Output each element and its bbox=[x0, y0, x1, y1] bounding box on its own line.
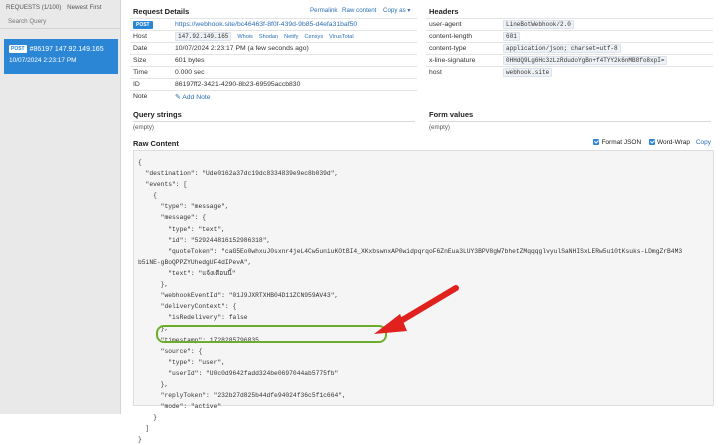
requests-count: REQUESTS (1/100) bbox=[6, 4, 62, 11]
divider bbox=[429, 121, 711, 122]
checkbox-checked-icon bbox=[593, 139, 600, 145]
raw-content-link[interactable]: Raw content bbox=[342, 7, 376, 14]
detail-row-host: Host 147.92.149.165 Whois Shodan Netify Cen… bbox=[130, 30, 417, 43]
pencil-icon: ✎ bbox=[175, 93, 181, 101]
sidebar: REQUESTS (1/100) Newest First Search Que… bbox=[0, 0, 121, 414]
censys-link[interactable]: Censys bbox=[304, 34, 323, 40]
header-row: user-agent LineBotWebhook/2.0 bbox=[426, 18, 713, 31]
header-row: x-line-signature 0HHdQ9Lg6Hc3zLzRdudoYgBn… bbox=[426, 54, 713, 67]
detail-row-note: Note ✎ Add Note bbox=[130, 90, 417, 102]
virustotal-link[interactable]: VirusTotal bbox=[329, 34, 353, 40]
host-value: 147.92.149.165 bbox=[175, 32, 232, 41]
sidebar-header: REQUESTS (1/100) Newest First bbox=[0, 0, 120, 15]
raw-content-title: Raw Content bbox=[133, 139, 179, 148]
request-details-title: Request Details bbox=[133, 7, 190, 16]
detail-row-size: Size 601 bytes bbox=[130, 54, 417, 67]
detail-row-url: POST https://webhook.site/bc46463f-8f0f-… bbox=[130, 18, 417, 31]
request-url[interactable]: https://webhook.site/bc46463f-8f0f-439d-… bbox=[172, 18, 417, 31]
method-badge: POST bbox=[133, 20, 153, 29]
format-json-checkbox[interactable]: Format JSON bbox=[587, 139, 641, 146]
sort-toggle[interactable]: Newest First bbox=[67, 4, 101, 11]
whois-link[interactable]: Whois bbox=[237, 34, 253, 40]
form-values-title: Form values bbox=[429, 110, 474, 119]
query-strings-empty: (empty) bbox=[133, 124, 154, 131]
permalink-link[interactable]: Permalink bbox=[310, 7, 338, 14]
detail-row-id: ID 86197ff2-3421-4290-8b23-69595accb830 bbox=[130, 78, 417, 91]
request-list-item[interactable]: POST #86197 147.92.149.165 10/07/2024 2:2… bbox=[4, 39, 118, 74]
request-time: 10/07/2024 2:23:17 PM bbox=[9, 57, 77, 64]
copy-as-dropdown[interactable]: Copy as ▾ bbox=[383, 7, 411, 14]
query-strings-title: Query strings bbox=[133, 110, 182, 119]
form-values-empty: (empty) bbox=[429, 124, 450, 131]
word-wrap-checkbox[interactable]: Word-Wrap bbox=[643, 139, 690, 146]
raw-content-options: Format JSON Word-Wrap Copy bbox=[587, 139, 711, 146]
detail-row-date: Date 10/07/2024 2:23:17 PM (a few seconds… bbox=[130, 42, 417, 55]
header-row: host webhook.site bbox=[426, 66, 713, 78]
request-details-table: POST https://webhook.site/bc46463f-8f0f-… bbox=[130, 18, 417, 102]
search-query-input[interactable]: Search Query bbox=[0, 15, 120, 29]
divider bbox=[133, 121, 415, 122]
method-badge: POST bbox=[9, 45, 27, 53]
headers-table: user-agent LineBotWebhook/2.0 content-len… bbox=[426, 18, 713, 78]
add-note-button[interactable]: ✎ Add Note bbox=[175, 94, 211, 101]
red-arrow-icon bbox=[374, 285, 459, 334]
netify-link[interactable]: Netify bbox=[284, 34, 298, 40]
headers-title: Headers bbox=[429, 7, 459, 16]
header-row: content-length 601 bbox=[426, 30, 713, 43]
detail-row-time: Time 0.000 sec bbox=[130, 66, 417, 79]
request-id-ip: #86197 147.92.149.165 bbox=[29, 46, 104, 53]
header-row: content-type application/json; charset=ut… bbox=[426, 42, 713, 55]
copy-button[interactable]: Copy bbox=[696, 139, 711, 146]
checkbox-checked-icon bbox=[649, 139, 655, 145]
shodan-link[interactable]: Shodan bbox=[259, 34, 278, 40]
highlight-ring bbox=[156, 325, 387, 343]
